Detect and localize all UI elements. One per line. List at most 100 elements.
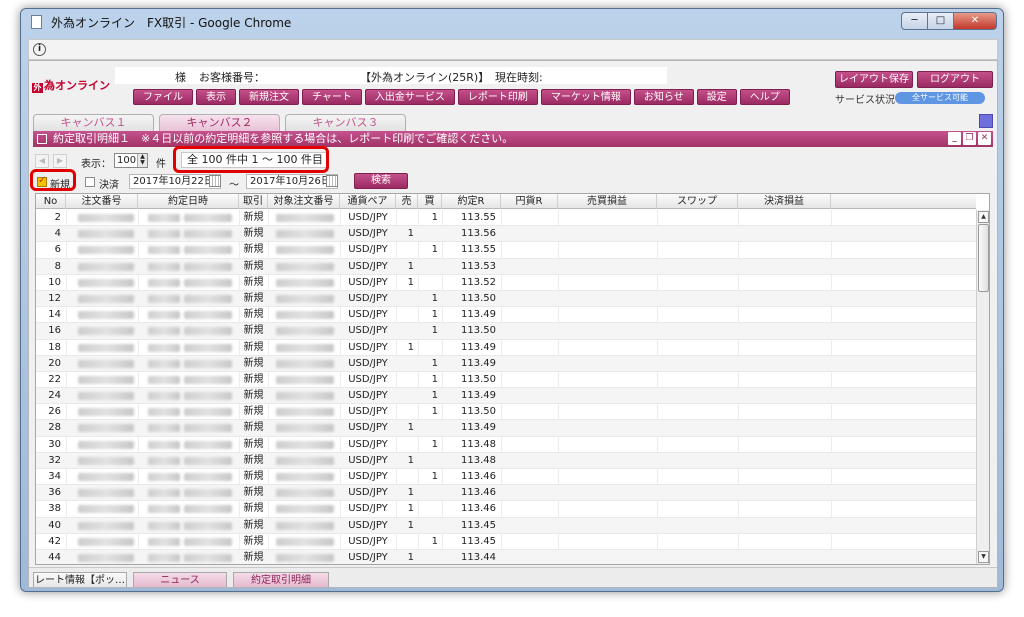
table-row[interactable]: 22 新規 USD/JPY 1 113.50	[36, 372, 976, 389]
masked-execution-time	[184, 537, 232, 546]
table-row[interactable]: 44 新規 USD/JPY 1 113.44	[36, 549, 976, 564]
per-page-stepper[interactable]: 100 ▲ ▼	[114, 153, 148, 168]
panel-restore-icon[interactable]: ❐	[963, 132, 976, 145]
menu-help[interactable]: ヘルプ	[739, 89, 790, 105]
table-row[interactable]: 2 新規 USD/JPY 1 113.55	[36, 210, 976, 227]
bottom-tab-rate-info[interactable]: レート情報【ポッ…	[33, 572, 127, 587]
table-row[interactable]: 32 新規 USD/JPY 1 113.48	[36, 452, 976, 469]
masked-order-number	[78, 489, 134, 498]
header-sell[interactable]: 売	[396, 194, 418, 209]
date-to-calendar-icon[interactable]	[326, 175, 338, 187]
date-from-calendar-icon[interactable]	[209, 175, 221, 187]
masked-execution-date	[148, 262, 180, 271]
cell-sell: 1	[407, 519, 414, 531]
table-row[interactable]: 10 新規 USD/JPY 1 113.52	[36, 275, 976, 291]
scroll-thumb[interactable]	[978, 224, 989, 292]
table-row[interactable]: 12 新規 USD/JPY 1 113.50	[36, 290, 976, 308]
table-row[interactable]: 18 新規 USD/JPY 1 113.49	[36, 340, 976, 356]
table-row[interactable]: 8 新規 USD/JPY 1 113.53	[36, 258, 976, 275]
table-row[interactable]: 4 新規 USD/JPY 1 113.56	[36, 226, 976, 243]
scroll-up-icon[interactable]: ▲	[978, 211, 989, 223]
cell-execution-rate: 113.49	[461, 422, 496, 434]
menu-view[interactable]: 表示	[196, 89, 236, 105]
table-row[interactable]: 36 新規 USD/JPY 1 113.46	[36, 485, 976, 502]
masked-order-number	[78, 537, 134, 546]
menu-market-info[interactable]: マーケット情報	[540, 89, 631, 105]
close-button[interactable]: ✕	[953, 12, 997, 30]
date-to-input[interactable]: 2017年10月26日	[246, 174, 338, 189]
header-no[interactable]: No	[36, 194, 66, 209]
panel-minimize-icon[interactable]: _	[948, 132, 961, 145]
scroll-down-icon[interactable]: ▼	[978, 551, 989, 563]
cell-sell	[396, 437, 414, 453]
masked-order-number	[78, 311, 134, 320]
header-target-order[interactable]: 対象注文番号	[268, 194, 340, 209]
tab-canvas-2[interactable]: キャンバス２	[159, 114, 280, 131]
cell-no: 20	[48, 357, 61, 369]
date-from-input[interactable]: 2017年10月22日	[129, 174, 221, 189]
table-row[interactable]: 6 新規 USD/JPY 1 113.55	[36, 242, 976, 259]
table-row[interactable]: 30 新規 USD/JPY 1 113.48	[36, 437, 976, 453]
masked-order-number	[78, 424, 134, 433]
table-row[interactable]: 16 新規 USD/JPY 1 113.50	[36, 323, 976, 340]
header-yen-rate[interactable]: 円貨R	[501, 194, 558, 209]
masked-execution-time	[184, 327, 232, 336]
table-row[interactable]: 26 新規 USD/JPY 1 113.50	[36, 404, 976, 421]
table-row[interactable]: 38 新規 USD/JPY 1 113.46	[36, 501, 976, 518]
header-execution-time[interactable]: 約定日時	[138, 194, 239, 209]
table-row[interactable]: 20 新規 USD/JPY 1 113.49	[36, 355, 976, 372]
layout-save-button[interactable]: レイアウト保存	[835, 71, 913, 88]
header-execution-rate[interactable]: 約定R	[442, 194, 501, 209]
table-row[interactable]: 24 新規 USD/JPY 1 113.49	[36, 388, 976, 405]
next-page-icon[interactable]: ▶	[53, 154, 67, 168]
prev-page-icon[interactable]: ◀	[35, 154, 49, 168]
tab-canvas-1[interactable]: キャンバス１	[33, 114, 154, 131]
cell-sell: 1	[407, 503, 414, 515]
header-trade-pnl[interactable]: 売買損益	[558, 194, 657, 209]
menu-settings[interactable]: 設定	[696, 89, 737, 105]
table-row[interactable]: 42 新規 USD/JPY 1 113.45	[36, 534, 976, 550]
logout-button[interactable]: ログアウト	[917, 71, 993, 88]
header-swap[interactable]: スワップ	[657, 194, 738, 209]
cell-currency-pair: USD/JPY	[348, 341, 388, 353]
header-order-number[interactable]: 注文番号	[66, 194, 138, 209]
cell-execution-rate: 113.53	[461, 260, 496, 272]
menu-report-print[interactable]: レポート印刷	[457, 89, 538, 105]
cell-execution-rate: 113.45	[461, 519, 496, 531]
header-currency-pair[interactable]: 通貨ペア	[340, 194, 396, 209]
header-trade[interactable]: 取引	[239, 194, 268, 209]
tab-canvas-3[interactable]: キャンバス３	[285, 114, 406, 131]
table-row[interactable]: 28 新規 USD/JPY 1 113.49	[36, 420, 976, 437]
table-row[interactable]: 40 新規 USD/JPY 1 113.45	[36, 517, 976, 534]
stepper-arrows-icon[interactable]: ▲ ▼	[137, 154, 147, 167]
masked-target-order	[276, 456, 334, 465]
menu-file[interactable]: ファイル	[133, 89, 193, 105]
menu-new-order[interactable]: 新規注文	[239, 89, 299, 105]
table-row[interactable]: 14 新規 USD/JPY 1 113.49	[36, 307, 976, 324]
bottom-tab-executions[interactable]: 約定取引明細	[233, 572, 329, 587]
minimize-button[interactable]: ─	[901, 12, 927, 30]
canvas-menu-icon[interactable]	[979, 114, 993, 128]
menu-deposit-service[interactable]: 入出金サービス	[364, 89, 455, 105]
cell-trade-type: 新規	[243, 390, 264, 402]
search-button[interactable]: 検索	[354, 173, 408, 189]
cell-currency-pair: USD/JPY	[348, 357, 388, 369]
menu-news[interactable]: お知らせ	[633, 89, 694, 105]
header-settle-pnl[interactable]: 決済損益	[738, 194, 831, 209]
masked-execution-date	[148, 456, 180, 465]
grid-scrollbar[interactable]: ▲ ▼	[976, 210, 989, 564]
header-buy[interactable]: 買	[418, 194, 442, 209]
title-bar[interactable]: 外為オンライン FX取引 - Google Chrome ─ □ ✕	[21, 9, 1003, 35]
bottom-tab-news[interactable]: ニュース	[133, 572, 227, 587]
table-row[interactable]: 34 新規 USD/JPY 1 113.46	[36, 469, 976, 486]
masked-target-order	[276, 359, 334, 368]
maximize-button[interactable]: □	[927, 12, 953, 30]
cell-execution-rate: 113.56	[461, 228, 496, 240]
cell-execution-rate: 113.50	[461, 292, 496, 304]
masked-target-order	[276, 294, 334, 303]
info-icon[interactable]: i	[33, 43, 46, 56]
panel-close-icon[interactable]: ✕	[978, 132, 991, 145]
filter-settle-checkbox[interactable]	[85, 177, 95, 187]
menu-chart[interactable]: チャート	[302, 89, 362, 105]
cell-sell	[396, 210, 414, 226]
